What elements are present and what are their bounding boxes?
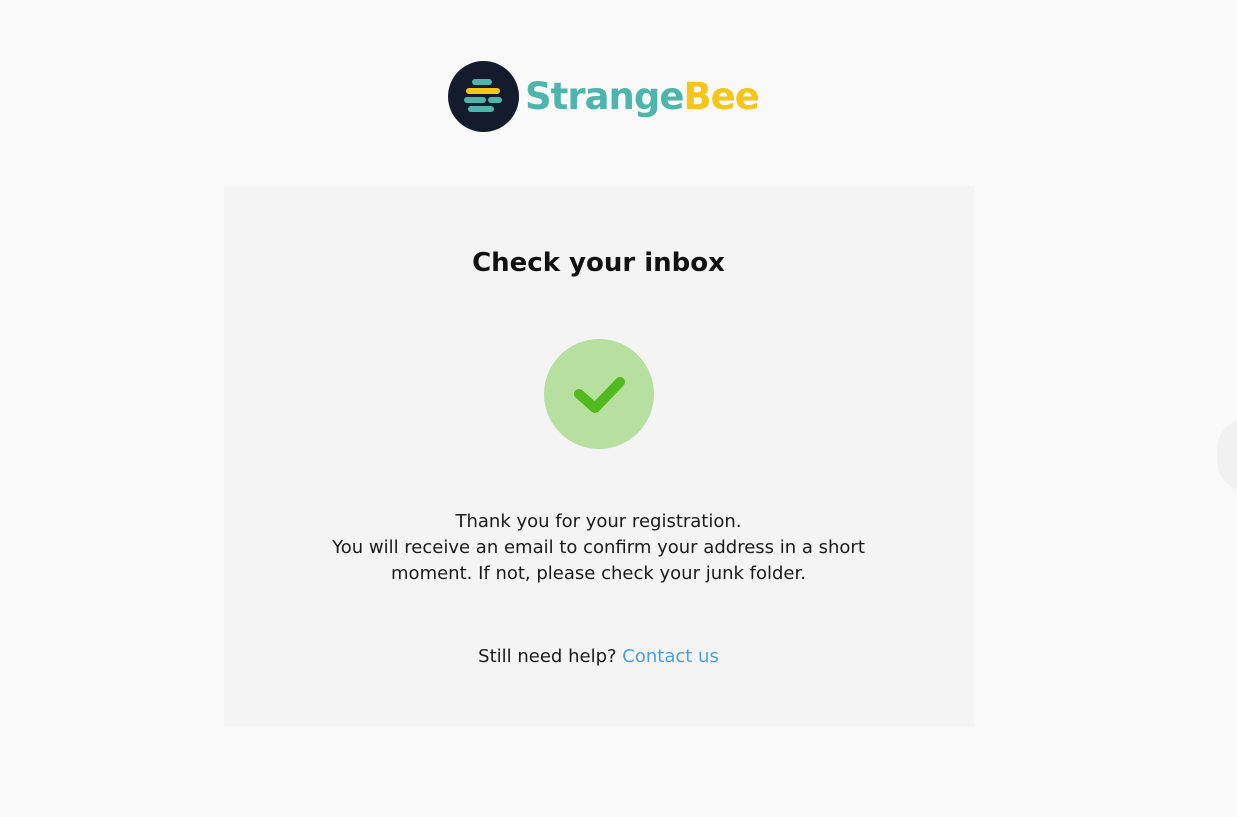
help-prefix: Still need help? xyxy=(478,646,617,667)
check-icon xyxy=(574,377,625,413)
help-row: Still need help? Contact us xyxy=(0,644,1197,670)
confirmation-message: Thank you for your registration. You wil… xyxy=(0,509,1197,587)
success-badge xyxy=(544,339,654,449)
contact-us-link[interactable]: Contact us xyxy=(622,646,719,667)
page: StrangeBee Check your inbox Thank you fo… xyxy=(0,0,1237,817)
side-widget-handle[interactable] xyxy=(1217,419,1237,491)
brand-name-part2: Bee xyxy=(683,75,759,118)
brand-wordmark: StrangeBee xyxy=(525,61,760,132)
brand-name-part1: Strange xyxy=(525,75,684,118)
message-line-instructions: You will receive an email to confirm you… xyxy=(332,537,865,584)
page-title: Check your inbox xyxy=(472,248,725,278)
strangebee-logo: StrangeBee xyxy=(448,61,760,132)
bee-logo-icon xyxy=(448,61,519,132)
message-line-thanks: Thank you for your registration. xyxy=(455,511,742,532)
